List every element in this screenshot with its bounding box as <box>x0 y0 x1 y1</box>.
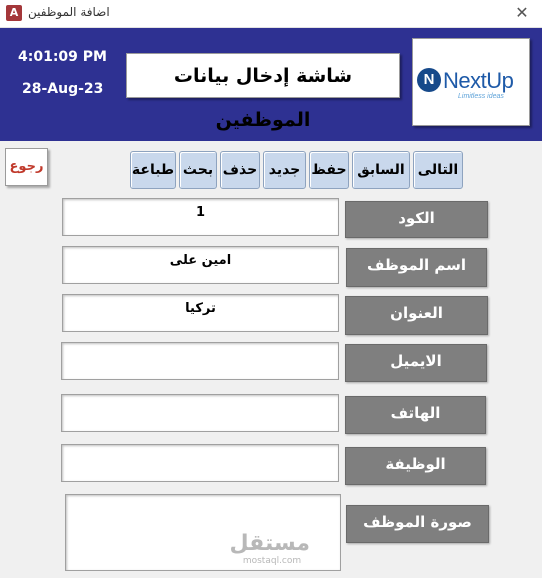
code-field[interactable]: 1 <box>62 198 339 236</box>
watermark-arabic: مستقل <box>229 531 310 556</box>
logo-n-icon: N <box>417 68 441 92</box>
new-button[interactable]: جديد <box>263 151 306 189</box>
save-button[interactable]: حفظ <box>309 151 349 189</box>
print-button[interactable]: طباعة <box>130 151 176 189</box>
phone-label: الهاتف <box>345 396 486 434</box>
watermark-latin: mostaql.com <box>242 556 302 566</box>
code-label: الكود <box>345 201 488 238</box>
back-button[interactable]: رجوع <box>5 148 48 186</box>
email-field[interactable] <box>61 342 339 380</box>
window-titlebar: A اضافة الموظفين ✕ <box>0 0 542 28</box>
company-logo: N NextUp Limitless ideas <box>412 38 530 126</box>
current-time: 4:01:09 PM <box>18 49 107 65</box>
previous-button[interactable]: السابق <box>352 151 410 189</box>
window-title: اضافة الموظفين <box>28 5 110 19</box>
employee-name-field[interactable]: امين على <box>62 246 339 284</box>
job-field[interactable] <box>61 444 339 482</box>
email-label: الايميل <box>345 344 487 382</box>
mostaql-watermark: مستقل mostaql.com <box>229 531 310 567</box>
employee-photo-label: صورة الموظف <box>346 505 489 543</box>
current-date: 28-Aug-23 <box>22 81 104 97</box>
phone-field[interactable] <box>61 394 339 432</box>
next-button[interactable]: التالى <box>413 151 463 189</box>
logo-tagline: Limitless ideas <box>458 93 504 100</box>
screen-title: شاشة إدخال بيانات الموظفين <box>126 53 400 131</box>
close-icon[interactable]: ✕ <box>512 3 532 23</box>
logo-name: NextUp <box>443 68 514 93</box>
address-label: العنوان <box>345 296 488 335</box>
search-button[interactable]: بحث <box>179 151 217 189</box>
delete-button[interactable]: حذف <box>220 151 260 189</box>
address-field[interactable]: تركيا <box>62 294 339 332</box>
access-app-icon: A <box>6 5 22 21</box>
job-label: الوظيفة <box>345 447 486 485</box>
employee-name-label: اسم الموظف <box>346 248 487 287</box>
